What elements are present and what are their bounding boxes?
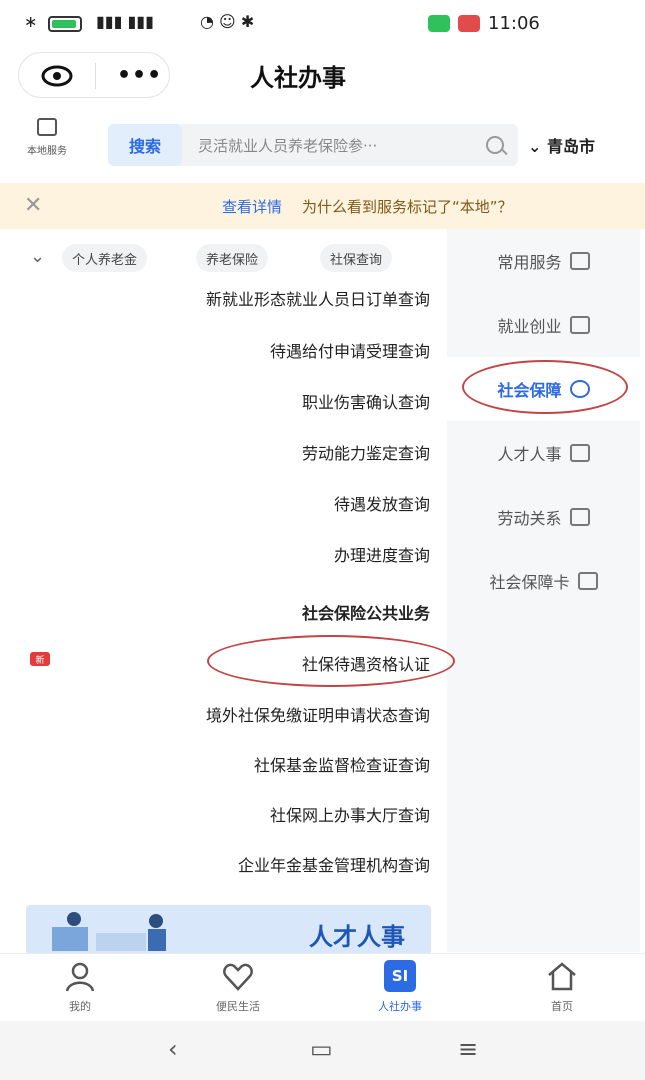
grid-icon	[569, 252, 590, 270]
contract-icon	[569, 508, 590, 526]
list-item[interactable]: 新就业形态就业人员日订单查询	[206, 286, 430, 310]
clock-text: 11:06	[488, 13, 540, 34]
wifi-icon: ◔ ☺ ✱	[200, 12, 255, 31]
back-icon[interactable]: ‹	[168, 1035, 178, 1063]
local-service-label: 本地服务	[27, 146, 67, 157]
mini-program-capsule: •••	[18, 52, 170, 98]
search-input[interactable]: 灵活就业人员养老保险参···	[198, 135, 377, 156]
tag-row: ⌄ 个人养老金 养老保险 社保查询	[30, 244, 430, 274]
notice-text: 为什么看到服务标记了“本地”？	[302, 198, 513, 216]
tag-chip[interactable]: 个人养老金	[62, 244, 148, 272]
nav-label: 人社办事	[378, 1000, 422, 1013]
person-icon	[569, 444, 590, 462]
si-icon: SI	[384, 960, 416, 992]
category-label: 就业创业	[497, 317, 562, 336]
search-box[interactable]: 搜索 灵活就业人员养老保险参···	[108, 124, 518, 166]
city-chevron-icon: ⌄	[528, 137, 542, 156]
list-item[interactable]: 境外社保免缴证明申请状态查询	[206, 702, 430, 726]
local-service-icon	[37, 118, 57, 136]
nav-label: 首页	[551, 1000, 573, 1013]
notice-bar: ✕ 查看详情 为什么看到服务标记了“本地”？	[0, 183, 645, 229]
nav-home[interactable]: 首页	[522, 960, 602, 1014]
category-labor-relations[interactable]: 劳动关系	[447, 485, 640, 549]
category-label: 人才人事	[497, 445, 562, 464]
wechat-icon	[428, 15, 450, 32]
close-icon[interactable]: ✕	[24, 193, 42, 218]
nav-services[interactable]: SI 人社办事	[360, 960, 440, 1014]
heart-icon	[223, 963, 253, 991]
nav-mine[interactable]: 我的	[40, 960, 120, 1014]
home-button-icon[interactable]: ▭	[310, 1035, 333, 1063]
city-selector[interactable]: ⌄ 青岛市	[528, 133, 595, 157]
talent-banner[interactable]: 人才人事	[26, 905, 431, 955]
nav-label: 便民生活	[216, 1000, 260, 1013]
status-bar: ∗ ▮▮▮ ▮▮▮ ◔ ☺ ✱ 11:06	[0, 0, 645, 50]
bluetooth-icon: ∗	[24, 12, 38, 31]
menu-icon[interactable]: ≡	[458, 1035, 478, 1063]
nav-label: 我的	[69, 1000, 91, 1013]
category-label: 常用服务	[497, 253, 562, 272]
category-label: 劳动关系	[497, 509, 562, 528]
eye-icon[interactable]	[41, 65, 73, 87]
new-badge: 新	[30, 652, 50, 666]
briefcase-icon	[569, 316, 590, 334]
category-ss-card[interactable]: 社会保障卡	[447, 549, 640, 613]
city-label: 青岛市	[546, 137, 595, 156]
more-dots-icon[interactable]: •••	[117, 63, 162, 88]
nav-life[interactable]: 便民生活	[198, 960, 278, 1014]
home-icon	[548, 962, 576, 991]
list-item[interactable]: 待遇发放查询	[334, 491, 430, 515]
tag-chip[interactable]: 养老保险	[196, 244, 269, 272]
section-heading: 社会保险公共业务	[301, 604, 430, 623]
battery-icon	[48, 16, 82, 32]
list-item[interactable]: 企业年金基金管理机构查询	[238, 852, 430, 876]
tags-chevron-icon[interactable]: ⌄	[30, 246, 45, 267]
category-employment[interactable]: 就业创业	[447, 293, 640, 357]
search-icon	[486, 136, 504, 154]
capsule-divider	[95, 63, 96, 89]
category-talent[interactable]: 人才人事	[447, 421, 640, 485]
list-item[interactable]: 待遇给付申请受理查询	[270, 338, 430, 362]
highlight-oval-category	[462, 360, 628, 414]
signal-icon: ▮▮▮ ▮▮▮	[96, 12, 154, 31]
tag-chip[interactable]: 社保查询	[320, 244, 393, 272]
list-item[interactable]: 劳动能力鉴定查询	[302, 440, 430, 464]
notice-link[interactable]: 查看详情	[222, 196, 282, 217]
search-button[interactable]: 搜索	[108, 124, 182, 166]
user-icon	[65, 962, 95, 992]
list-item[interactable]: 办理进度查询	[334, 542, 430, 566]
notification-icon	[458, 15, 480, 32]
bottom-nav: 我的 便民生活 SI 人社办事 首页	[0, 953, 645, 1021]
list-item[interactable]: 社保网上办事大厅查询	[270, 802, 430, 826]
system-nav: ‹ ▭ ≡	[0, 1021, 645, 1080]
highlight-oval-item	[207, 635, 455, 687]
local-service-button[interactable]: 本地服务	[18, 118, 76, 170]
category-common-services[interactable]: 常用服务	[447, 229, 640, 293]
list-item[interactable]: 社保基金监督检查证查询	[254, 752, 430, 776]
page-title: 人社办事	[250, 64, 346, 92]
card-icon	[577, 572, 598, 590]
banner-title: 人才人事	[309, 923, 405, 951]
list-item[interactable]: 职业伤害确认查询	[302, 389, 430, 413]
category-label: 社会保障卡	[489, 573, 570, 592]
category-sidebar: 常用服务 就业创业 社会保障 人才人事 劳动关系 社会保障卡	[447, 229, 640, 952]
office-illustration	[52, 912, 166, 951]
